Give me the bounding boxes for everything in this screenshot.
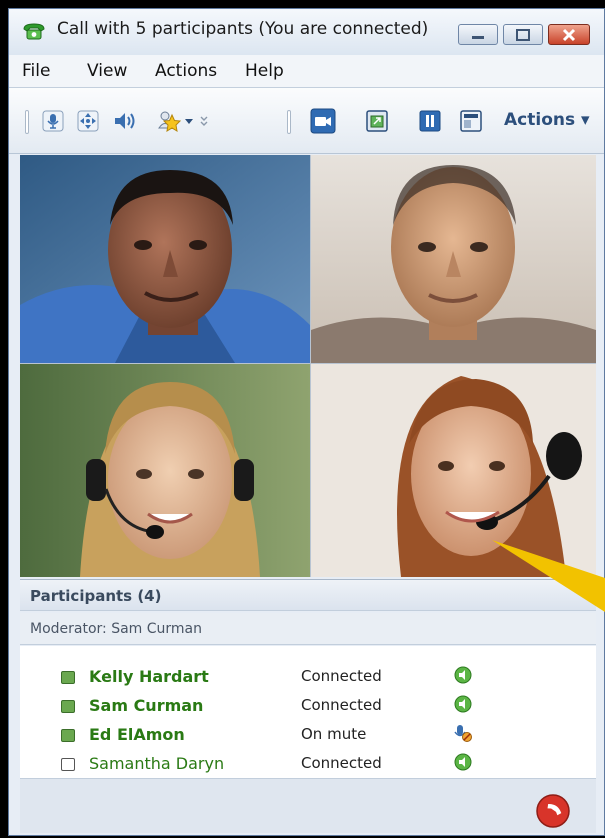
close-icon <box>562 28 576 41</box>
pause-icon[interactable] <box>419 110 441 132</box>
speaker-active-icon <box>454 666 472 684</box>
participant-status: Connected <box>301 696 382 714</box>
speaker-active-icon <box>454 695 472 713</box>
minimize-icon <box>472 35 484 39</box>
participant-row[interactable]: Ed ElAmon On mute <box>20 721 596 750</box>
participant-status: On mute <box>301 725 367 743</box>
actions-dropdown[interactable]: Actions ▾ <box>504 110 590 130</box>
close-button[interactable] <box>548 24 590 45</box>
picture-in-picture-icon[interactable] <box>366 110 388 132</box>
menu-help[interactable]: Help <box>245 61 284 81</box>
participant-status: Connected <box>301 667 382 685</box>
participant-video <box>20 364 310 577</box>
layout-icon[interactable] <box>460 110 482 132</box>
menu-bar: File View Actions Help <box>9 55 604 88</box>
speaker-icon[interactable] <box>112 110 140 132</box>
participant-list: Kelly Hardart Connected Sam Curman Conne… <box>20 646 596 779</box>
mic-muted-icon <box>454 725 472 742</box>
mic-icon[interactable] <box>42 110 64 132</box>
speaker-active-icon <box>454 753 472 771</box>
presence-icon-away <box>61 758 75 771</box>
maximize-button[interactable] <box>503 24 543 45</box>
window-title: Call with 5 participants (You are connec… <box>57 19 429 39</box>
video-tile-participant-2[interactable] <box>311 155 596 363</box>
toolbar-separator <box>25 110 29 134</box>
menu-actions[interactable]: Actions <box>155 61 217 81</box>
call-window: Call with 5 participants (You are connec… <box>8 8 605 836</box>
video-pan-icon[interactable] <box>77 110 99 132</box>
toolbar-separator <box>287 110 291 134</box>
participant-status: Connected <box>301 754 382 772</box>
video-tile-participant-4[interactable] <box>311 364 596 577</box>
phone-icon <box>23 23 45 40</box>
participant-name: Samantha Daryn <box>89 754 225 773</box>
participant-video <box>20 155 310 363</box>
participant-video <box>311 364 596 577</box>
toolbar: Actions ▾ <box>9 88 604 154</box>
video-grid <box>20 155 596 577</box>
hang-up-button[interactable] <box>535 793 571 829</box>
participant-video <box>311 155 596 363</box>
maximize-icon <box>516 28 530 41</box>
camera-icon[interactable] <box>310 108 336 134</box>
moderator-label: Moderator: Sam Curman <box>20 613 596 645</box>
menu-view[interactable]: View <box>87 61 127 81</box>
participants-header[interactable]: Participants (4) <box>20 579 596 611</box>
presence-icon <box>61 700 75 713</box>
participant-name: Kelly Hardart <box>89 667 209 686</box>
video-tile-participant-1[interactable] <box>20 155 310 363</box>
effects-star-icon[interactable] <box>157 110 213 132</box>
presence-icon <box>61 729 75 742</box>
participant-row[interactable]: Kelly Hardart Connected <box>20 663 596 692</box>
title-bar: Call with 5 participants (You are connec… <box>9 9 604 56</box>
call-controls-bar <box>20 779 596 833</box>
participant-name: Sam Curman <box>89 696 204 715</box>
participant-row[interactable]: Sam Curman Connected <box>20 692 596 721</box>
video-tile-participant-3[interactable] <box>20 364 310 577</box>
presence-icon <box>61 671 75 684</box>
participant-row[interactable]: Samantha Daryn Connected <box>20 750 596 779</box>
participant-name: Ed ElAmon <box>89 725 185 744</box>
menu-file[interactable]: File <box>22 61 50 81</box>
minimize-button[interactable] <box>458 24 498 45</box>
